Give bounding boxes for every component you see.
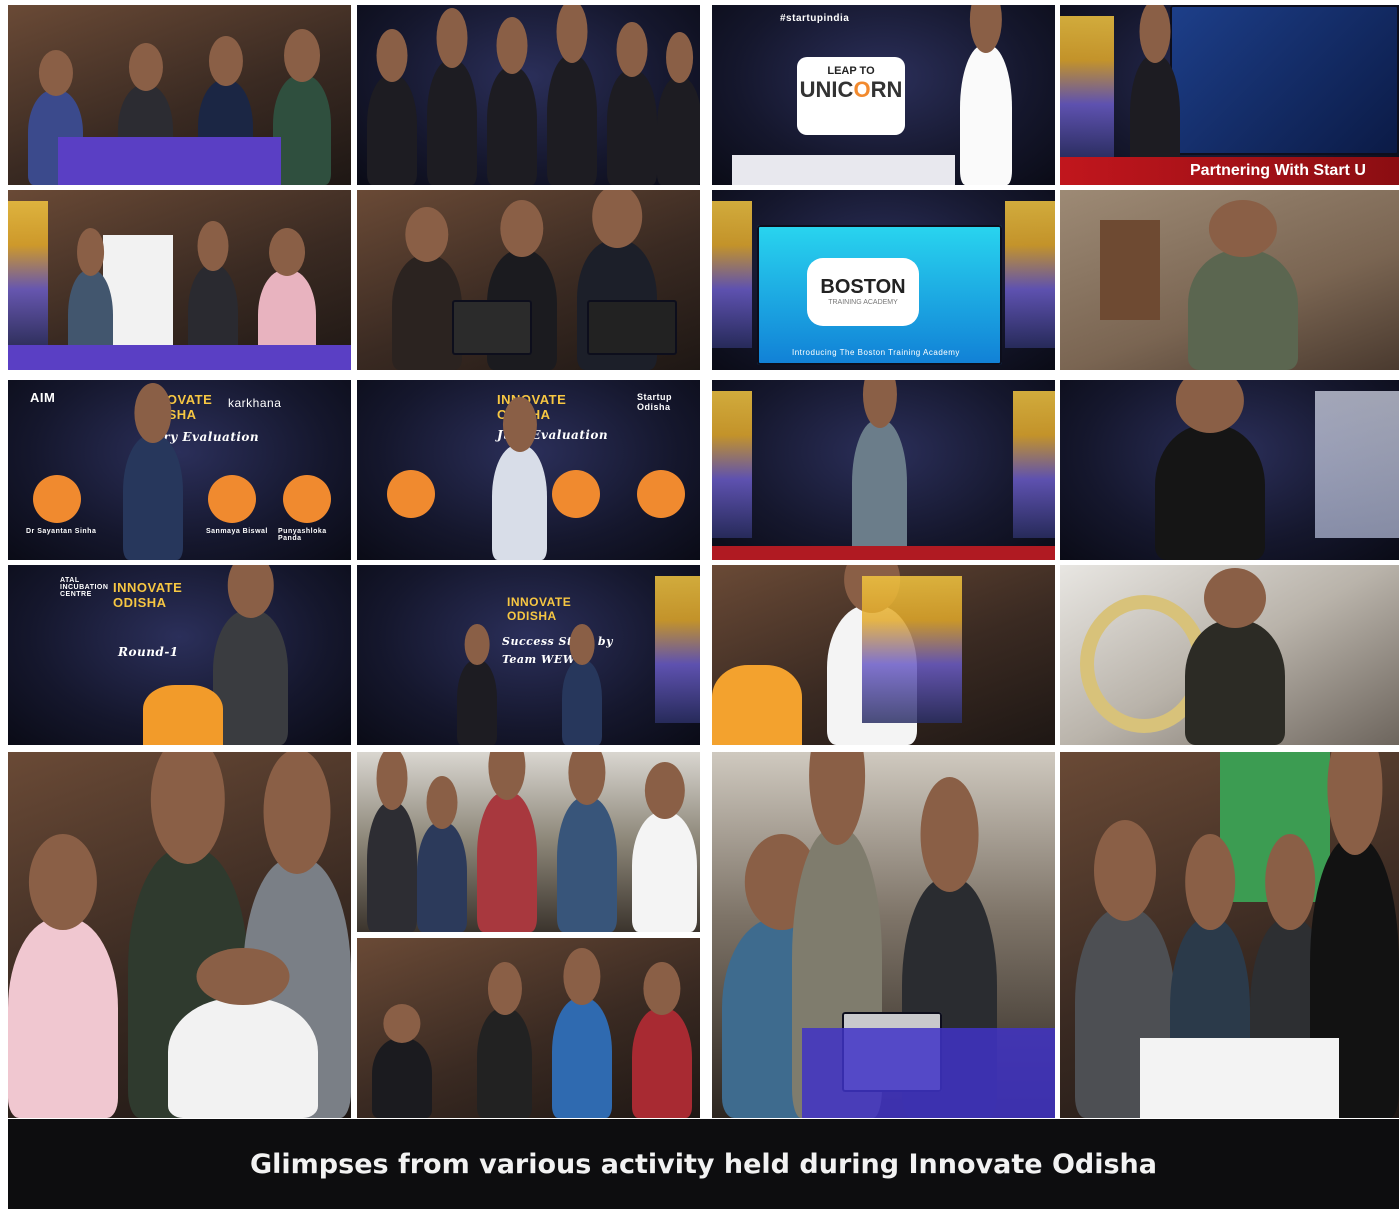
speaker-1-name: Dr Sayantan Sinha (26, 528, 97, 535)
leap-to-text: LEAP TO (827, 65, 875, 77)
photo-participants-at-table (8, 5, 351, 185)
boston-logo-card: BOSTON TRAINING ACADEMY (807, 258, 919, 326)
photo-speaker-talk-red-carpet (712, 380, 1055, 560)
photo-collage-page: { "caption": "Glimpses from various acti… (0, 0, 1399, 1209)
photo-team-discussion-night (357, 938, 700, 1118)
photo-jury-round-podium: ATAL INCUBATION CENTRE INNOVATE ODISHA R… (8, 565, 351, 745)
aic-logo: ATAL INCUBATION CENTRE (60, 577, 109, 598)
unicorn-text: UNICORN (799, 77, 903, 102)
innovate-odisha-logo-4: INNOVATE ODISHA (507, 595, 572, 623)
stage-header-text: #startupindia (780, 13, 850, 24)
boston-intro-text: Introducing The Boston Training Academy (792, 348, 960, 357)
innovate-odisha-logo-3: INNOVATE ODISHA (113, 580, 183, 610)
caption-bar: Glimpses from various activity held duri… (8, 1119, 1399, 1209)
round-1-title: Round-1 (118, 645, 179, 659)
photo-speaker-partnering: Partnering With Start U (1060, 5, 1399, 185)
photo-speaker-with-badge (1060, 380, 1399, 560)
leap-to-unicorn-sign: LEAP TO UNICORN (797, 57, 905, 135)
photo-speaker-with-mic (1060, 190, 1399, 370)
photo-leap-to-unicorn-stage: #startupindia LEAP TO UNICORN (712, 5, 1055, 185)
photo-jury-evaluation-participant: INNOVATE ODISHA Startup Odisha Jury Eval… (357, 380, 700, 560)
speaker-2-name: Sanmaya Biswal (206, 528, 268, 535)
success-story-title: Success Story by (502, 635, 614, 648)
photo-speaker-innovate-backdrop (1060, 565, 1399, 745)
photo-mentors-with-students (1060, 752, 1399, 1118)
photo-robot-demo (8, 190, 351, 370)
photo-success-story-stage: INNOVATE ODISHA Success Story by Team WE… (357, 565, 700, 745)
photo-team-at-laptop (357, 190, 700, 370)
boston-title: BOSTON (820, 276, 906, 298)
photo-speaker-near-podium (712, 565, 1055, 745)
speaker-3-name: Punyashloka Panda (278, 528, 327, 542)
aim-logo: AIM (30, 390, 56, 405)
photo-mentoring-discussion (8, 752, 351, 1118)
photo-hackathon-table (712, 752, 1055, 1118)
photo-boston-presentation: BOSTON TRAINING ACADEMY Introducing The … (712, 190, 1055, 370)
photo-crowd-celebrating (357, 5, 700, 185)
photo-team-group (357, 752, 700, 932)
caption-text: Glimpses from various activity held duri… (249, 1148, 1158, 1180)
boston-subtitle: TRAINING ACADEMY (828, 299, 898, 306)
karkhana-logo: karkhana (228, 396, 282, 410)
partnering-banner: Partnering With Start U (1060, 157, 1399, 185)
startup-odisha-logo: Startup Odisha (637, 392, 672, 412)
photo-jury-evaluation-speaker: AIM INNOVATE ODISHA karkhana Jury Evalua… (8, 380, 351, 560)
